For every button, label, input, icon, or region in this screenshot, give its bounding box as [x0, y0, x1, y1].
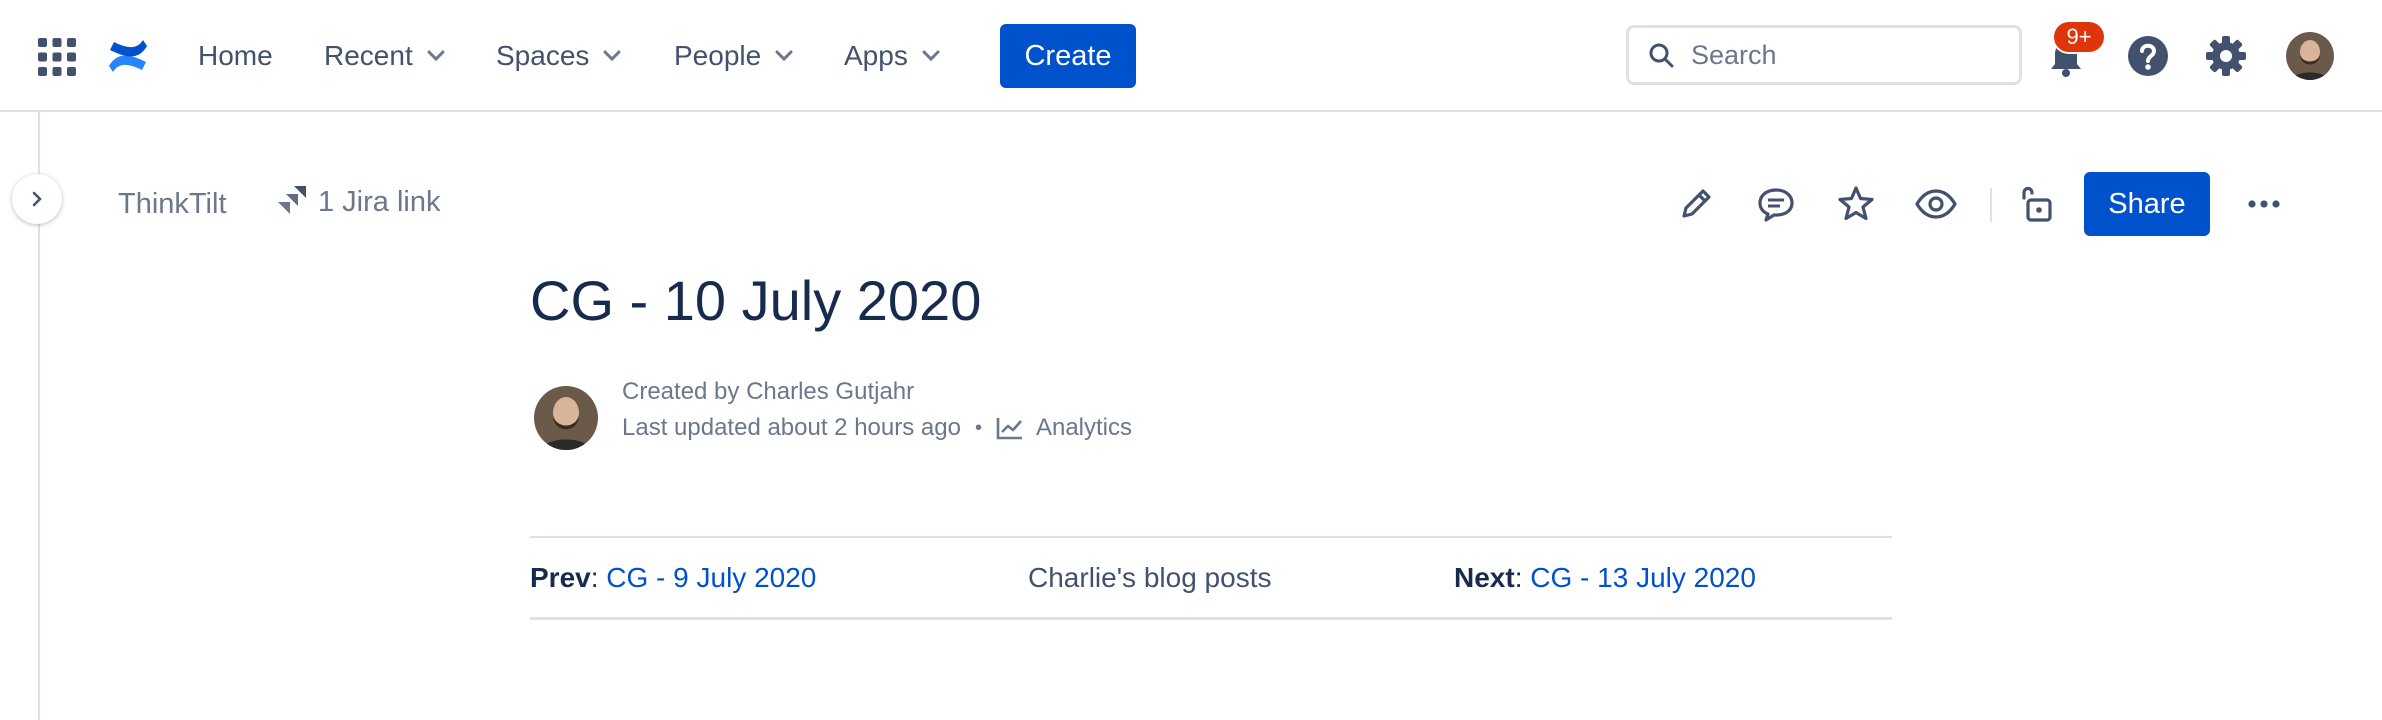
- confluence-logo-icon[interactable]: [106, 34, 150, 78]
- chevron-down-icon: [427, 50, 445, 62]
- jira-link[interactable]: 1 Jira link: [276, 184, 441, 220]
- top-navigation: Home Recent Spaces People Apps Create Se…: [0, 0, 2382, 112]
- chevron-down-icon: [922, 50, 940, 62]
- prev-post-link[interactable]: CG - 9 July 2020: [606, 562, 816, 593]
- nav-people[interactable]: People: [674, 36, 793, 76]
- user-avatar[interactable]: [2286, 32, 2334, 80]
- separator-dot: •: [974, 416, 982, 439]
- analytics-label: Analytics: [1035, 414, 1133, 441]
- jira-link-label: 1 Jira link: [318, 185, 441, 218]
- author-avatar[interactable]: [534, 386, 598, 450]
- app-switcher-icon[interactable]: [38, 38, 76, 76]
- jira-icon: [278, 186, 306, 214]
- page-title: CG - 10 July 2020: [530, 269, 982, 332]
- breadcrumb-space[interactable]: ThinkTilt: [118, 188, 227, 221]
- search-placeholder: Search: [1691, 39, 1777, 70]
- watch-icon[interactable]: [1914, 184, 1957, 224]
- chevron-down-icon: [775, 50, 793, 62]
- comment-icon[interactable]: [1756, 184, 1796, 224]
- prev-colon: :: [590, 562, 607, 593]
- search-icon: [1649, 43, 1674, 68]
- help-icon[interactable]: [2126, 34, 2170, 78]
- nav-spaces[interactable]: Spaces: [496, 36, 621, 76]
- prev-label: Prev: [530, 562, 591, 593]
- next-colon: :: [1514, 562, 1531, 593]
- next-post-link[interactable]: CG - 13 July 2020: [1530, 562, 1756, 593]
- nav-apps-label: Apps: [844, 40, 908, 71]
- analytics-link[interactable]: Analytics: [996, 414, 1132, 442]
- next-post: Next: CG - 13 July 2020: [1454, 562, 1756, 594]
- blog-navigation: Prev: CG - 9 July 2020 Charlie's blog po…: [530, 536, 1892, 620]
- notification-badge: 9+: [2052, 20, 2106, 54]
- chevron-right-icon: [32, 191, 42, 207]
- edit-icon[interactable]: [1676, 184, 1716, 224]
- more-icon[interactable]: [2244, 184, 2284, 224]
- nav-recent-label: Recent: [324, 40, 413, 71]
- create-button[interactable]: Create: [1000, 24, 1136, 88]
- search-input[interactable]: Search: [1626, 25, 2022, 85]
- next-label: Next: [1454, 562, 1515, 593]
- analytics-icon: [996, 418, 1022, 440]
- blog-posts-link[interactable]: Charlie's blog posts: [1028, 562, 1271, 594]
- last-updated[interactable]: Last updated about 2 hours ago: [622, 414, 961, 442]
- expand-sidebar-button[interactable]: [12, 174, 62, 224]
- toolbar-divider: [1990, 188, 1992, 222]
- prev-post: Prev: CG - 9 July 2020: [530, 562, 816, 594]
- nav-people-label: People: [674, 40, 762, 71]
- unlock-icon[interactable]: [2016, 184, 2056, 224]
- star-icon[interactable]: [1836, 184, 1876, 224]
- chevron-down-icon: [603, 50, 621, 62]
- gear-icon[interactable]: [2204, 34, 2248, 78]
- nav-home[interactable]: Home: [198, 36, 273, 76]
- byline-meta: Last updated about 2 hours ago • Analyti…: [622, 414, 1132, 442]
- nav-recent[interactable]: Recent: [324, 36, 445, 76]
- nav-apps[interactable]: Apps: [844, 36, 940, 76]
- created-by: Created by Charles Gutjahr: [622, 378, 915, 405]
- nav-home-label: Home: [198, 40, 273, 71]
- nav-spaces-label: Spaces: [496, 40, 590, 71]
- share-button[interactable]: Share: [2084, 172, 2210, 236]
